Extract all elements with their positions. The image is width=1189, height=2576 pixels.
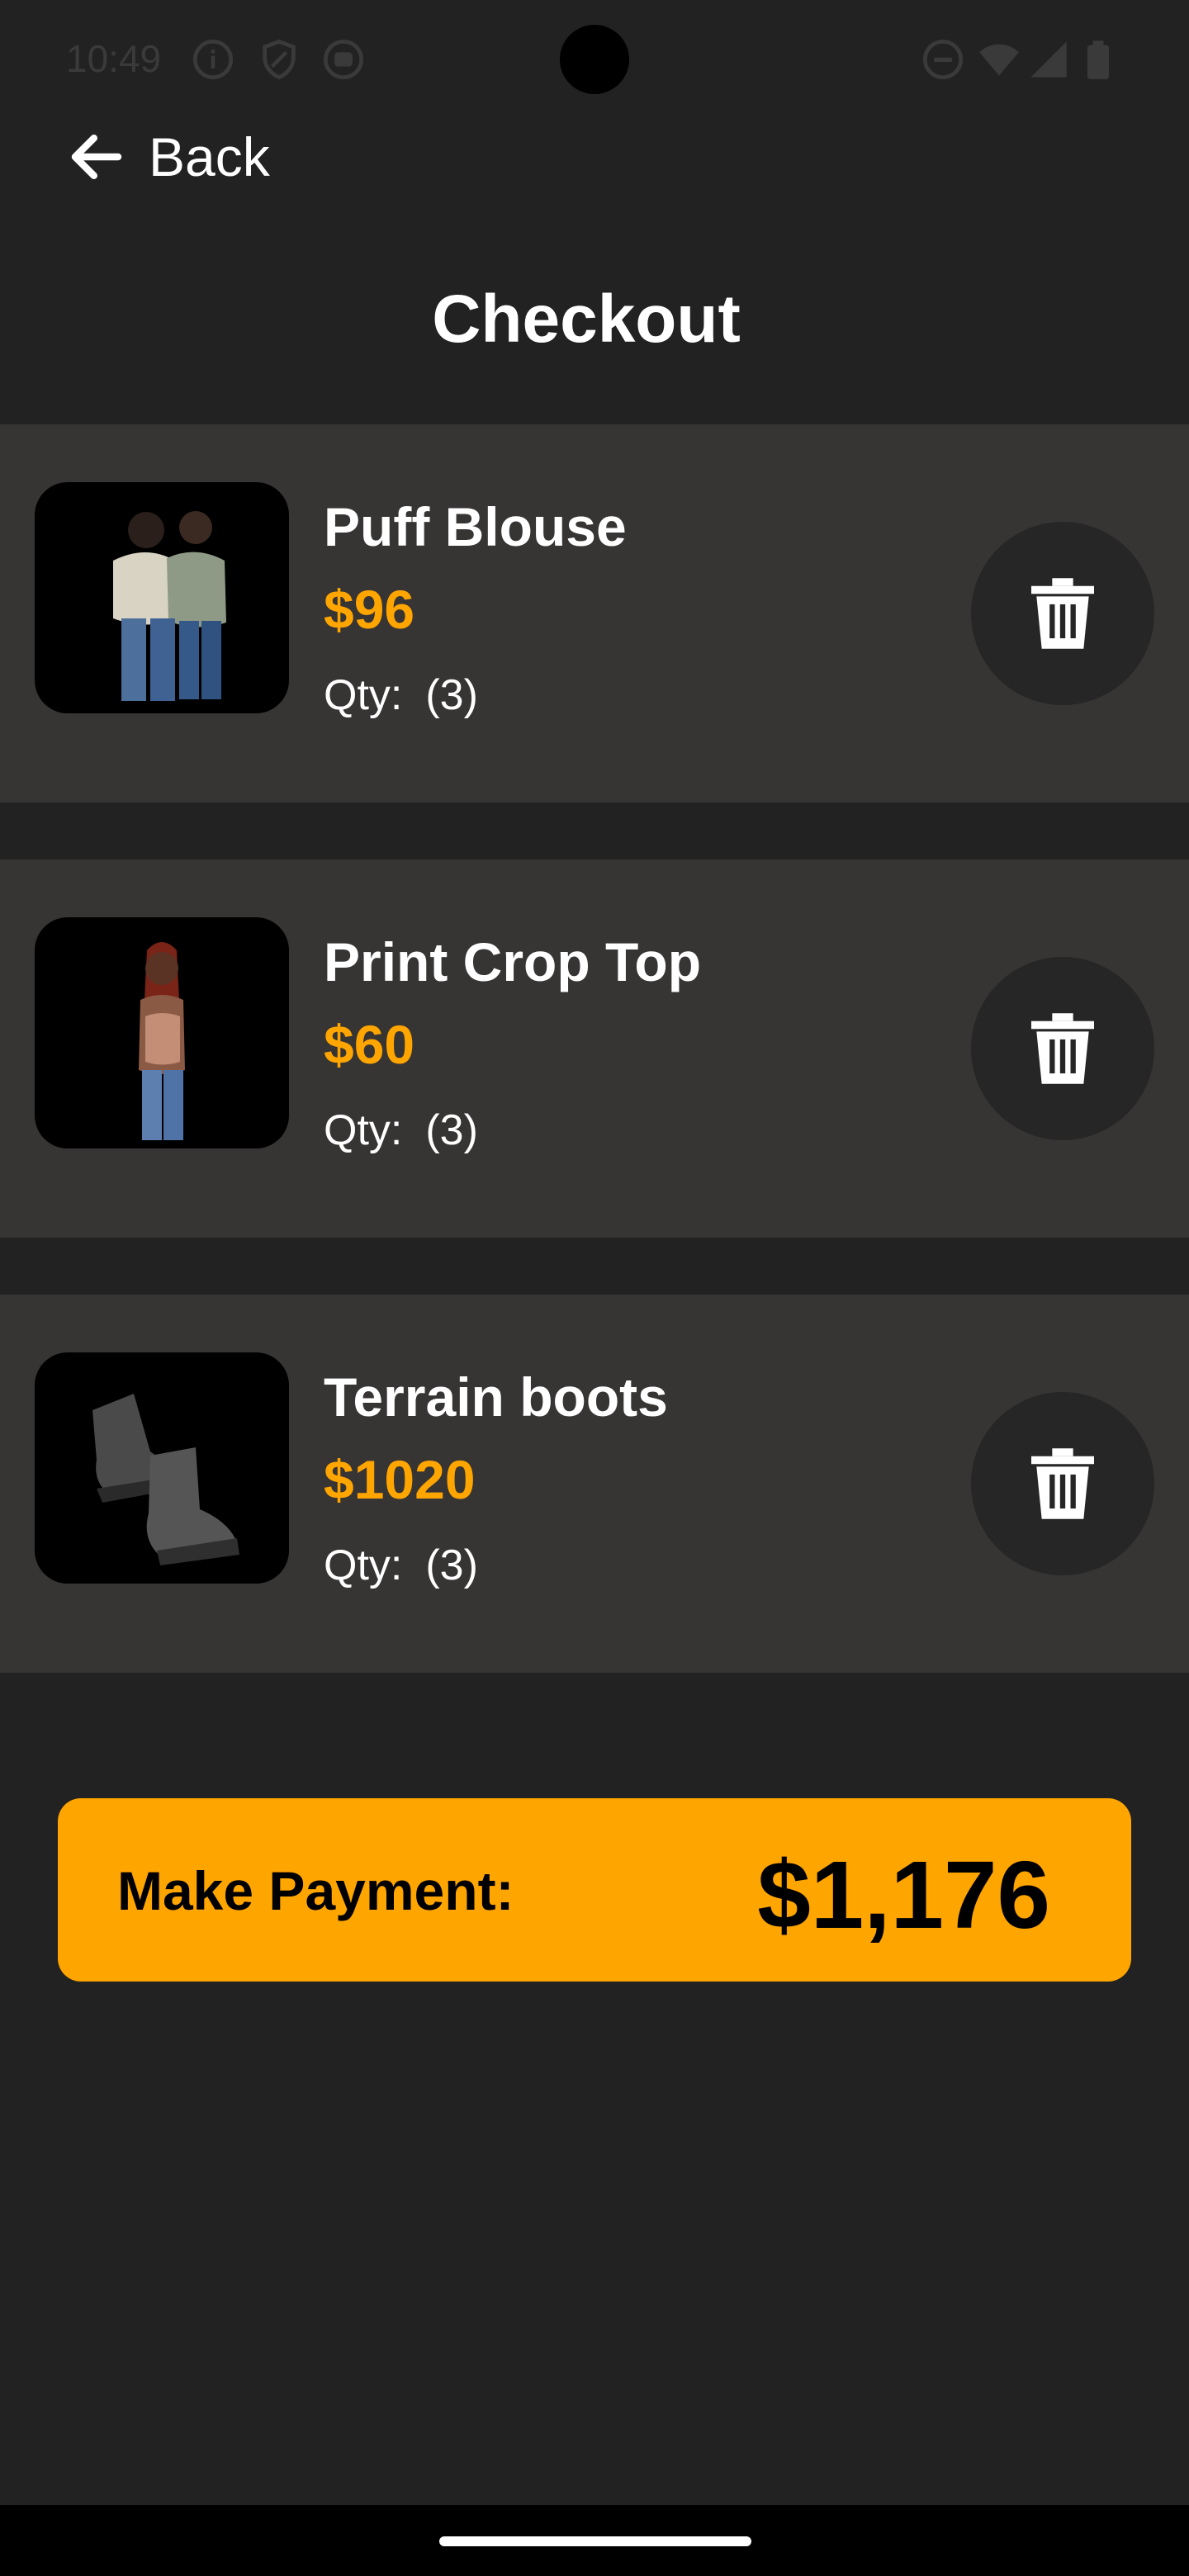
trash-icon: [1031, 1013, 1094, 1084]
back-label: Back: [149, 126, 270, 187]
product-name: Puff Blouse: [324, 496, 627, 557]
trash-icon: [1031, 578, 1094, 649]
product-name: Print Crop Top: [324, 931, 702, 992]
delete-item-button[interactable]: [971, 522, 1154, 705]
status-time: 10:49: [66, 37, 162, 80]
product-quantity: Qty: (3): [324, 1106, 478, 1155]
product-price: $60: [324, 1014, 415, 1075]
product-price: $1020: [324, 1449, 476, 1510]
make-payment-button[interactable]: Make Payment: $1,176: [58, 1798, 1131, 1982]
payment-total: $1,176: [757, 1841, 1050, 1949]
delete-item-button[interactable]: [971, 957, 1154, 1140]
cart-item: Puff Blouse $96 Qty: (3): [0, 424, 1189, 803]
wifi-icon: [979, 44, 1019, 76]
product-quantity: Qty: (3): [324, 670, 478, 720]
do-not-disturb-icon: [922, 39, 964, 80]
qty-value: (3): [425, 1106, 478, 1154]
cart-item: Print Crop Top $60 Qty: (3): [0, 859, 1189, 1238]
shield-icon: [263, 39, 296, 80]
delete-item-button[interactable]: [971, 1392, 1154, 1575]
qty-label: Qty:: [324, 1106, 403, 1154]
payment-label: Make Payment:: [117, 1860, 514, 1921]
info-icon: [192, 39, 234, 80]
product-quantity: Qty: (3): [324, 1541, 478, 1590]
product-image-puff-blouse: [35, 482, 289, 713]
home-indicator[interactable]: [439, 2536, 751, 2546]
trash-icon: [1031, 1448, 1094, 1519]
product-name: Terrain boots: [324, 1366, 668, 1428]
system-nav-bar: [0, 2505, 1189, 2576]
qty-value: (3): [425, 1541, 478, 1589]
back-button[interactable]: Back: [64, 122, 270, 192]
cart-item: Terrain boots $1020 Qty: (3): [0, 1295, 1189, 1673]
page-title: Checkout: [432, 282, 741, 357]
qty-value: (3): [425, 671, 478, 719]
status-bar: 10:49: [0, 0, 1189, 116]
product-price: $96: [324, 579, 415, 640]
product-image-terrain-boots: [35, 1352, 289, 1584]
app-icon: [323, 39, 364, 80]
qty-label: Qty:: [324, 671, 403, 719]
qty-label: Qty:: [324, 1541, 403, 1589]
camera-cutout: [560, 25, 629, 94]
product-image-print-crop-top: [35, 917, 289, 1148]
signal-icon: [1030, 41, 1067, 78]
arrow-left-icon: [71, 135, 122, 179]
battery-icon: [1087, 40, 1109, 79]
